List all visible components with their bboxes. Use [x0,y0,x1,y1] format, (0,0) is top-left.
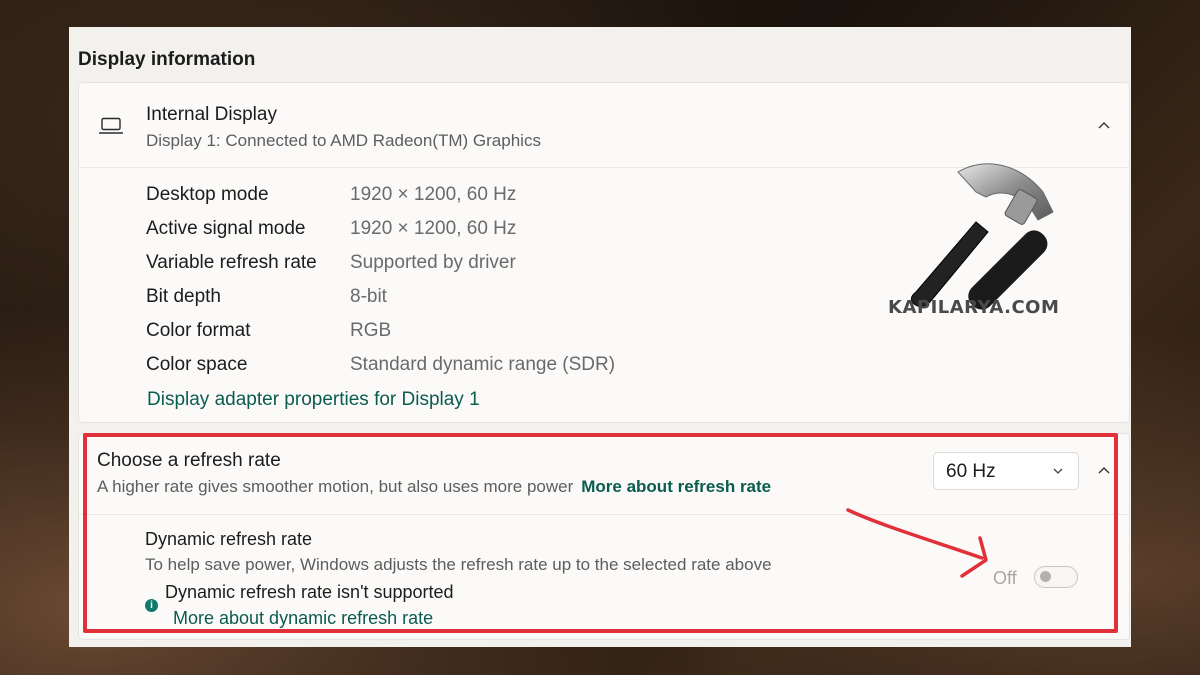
property-label: Bit depth [146,286,221,307]
annotation-arrow-icon [846,508,988,578]
property-label: Desktop mode [146,184,269,205]
laptop-icon [99,117,123,134]
section-title: Display information [78,49,256,70]
property-value: 1920 × 1200, 60 Hz [350,184,517,205]
display-title: Internal Display [146,104,277,125]
display-subtitle: Display 1: Connected to AMD Radeon(TM) G… [146,131,541,150]
property-value: RGB [350,320,392,341]
refresh-rate-select[interactable]: 60 Hz [933,452,1079,490]
property-label: Color space [146,354,248,375]
chevron-down-icon [1053,468,1063,474]
property-value: 1920 × 1200, 60 Hz [350,218,517,239]
dynamic-refresh-unsupported-text: Dynamic refresh rate isn't supported [165,582,454,602]
property-value: 8-bit [350,286,387,307]
display-adapter-properties-link[interactable]: Display adapter properties for Display 1 [147,389,480,411]
chevron-up-icon[interactable] [1096,117,1112,133]
dynamic-refresh-rate-title: Dynamic refresh rate [145,529,313,549]
property-value: Supported by driver [350,252,516,273]
chevron-up-icon[interactable] [1096,462,1112,478]
watermark-text: KAPILARYA.COM [888,297,1060,318]
dynamic-refresh-rate-description: To help save power, Windows adjusts the … [145,555,772,574]
more-about-dynamic-refresh-rate-link[interactable]: More about dynamic refresh rate [173,608,433,629]
toggle-knob [1040,571,1051,582]
refresh-rate-description: A higher rate gives smoother motion, but… [97,477,771,497]
refresh-rate-value: 60 Hz [946,461,996,482]
property-value: Standard dynamic range (SDR) [350,354,616,375]
dynamic-refresh-rate-toggle[interactable] [1034,566,1078,588]
property-label: Variable refresh rate [146,252,317,273]
property-label: Color format [146,320,251,341]
refresh-rate-subtitle: A higher rate gives smoother motion, but… [97,477,574,496]
refresh-rate-title: Choose a refresh rate [97,450,281,471]
property-label: Active signal mode [146,218,306,239]
more-about-refresh-rate-link[interactable]: More about refresh rate [581,477,771,496]
info-icon: i [145,599,158,612]
